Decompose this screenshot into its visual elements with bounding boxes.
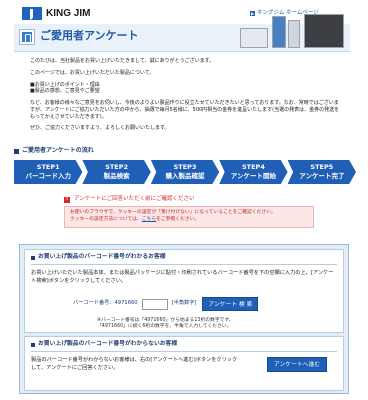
- intro-p2: このページでは、お買い上げいただいた製品について、: [30, 69, 155, 76]
- barcode-note2: 「4971660」に続く6桁の数字を、半角で入力してください。: [97, 324, 232, 330]
- cookie-notice: ! アンケートにご回答いただく前にご確認ください お使いのブラウザで、クッキーの…: [64, 196, 314, 229]
- logo-mark-icon: [22, 7, 42, 21]
- notice-line2-suffix: をご参照ください。: [156, 217, 200, 223]
- step-label: 購入製品確認: [165, 171, 205, 180]
- barcode-instructions: お買い上げいただいた製品本体、または製品パッケージに貼付・印刷されているバーコー…: [31, 269, 334, 284]
- step-2: STEP2 製品検索: [82, 160, 151, 184]
- step-number: STEP5: [310, 163, 334, 171]
- survey-entry-panel: お買い上げ製品のバーコード番号がわかるお客様 お買い上げいただいた製品本体、また…: [19, 244, 349, 394]
- barcode-card-title: お買い上げ製品のバーコード番号がわかるお客様: [31, 254, 337, 265]
- no-barcode-instructions: 製品のバーコード番号がわからないお客様は、右の[アンケートへ進む]ボタンをクリッ…: [31, 356, 238, 371]
- document-icon: [19, 29, 35, 45]
- step-number: STEP2: [105, 163, 129, 171]
- barcode-label: バーコード番号：4971660: [73, 300, 138, 307]
- barcode-input[interactable]: [141, 298, 168, 310]
- notice-line2: クッキーの設定方法については、こちらをご参照ください。: [70, 217, 308, 224]
- notice-line2-prefix: クッキーの設定方法については、: [70, 217, 142, 223]
- square-bullet-icon: [31, 342, 35, 347]
- intro-p5: ぜひ、ご協力くださいますよう、よろしくお願いいたします。: [30, 125, 170, 132]
- step-1: STEP1 バーコード入力: [14, 160, 83, 184]
- step-3: STEP3 購入製品確認: [150, 160, 220, 184]
- step-number: STEP4: [242, 163, 265, 171]
- device-icon: [304, 14, 344, 48]
- step-5: STEP5 アンケート完了: [287, 160, 357, 184]
- page-banner: ご愛用者アンケート: [14, 14, 350, 52]
- cookie-help-link[interactable]: こちら: [142, 217, 156, 222]
- notice-box: お使いのブラウザで、クッキーの設定が「受け付けない」になっていることをご確認くだ…: [64, 206, 314, 229]
- barcode-row: バーコード番号：4971660 [半角数字] アンケート 検 索: [73, 297, 259, 311]
- notice-heading: ! アンケートにご回答いただく前にご確認ください: [64, 196, 314, 203]
- no-barcode-card-title: お買い上げ製品のバーコード番号がわからないお客様: [31, 341, 337, 352]
- page-title: ご愛用者アンケート: [40, 29, 139, 42]
- intro-text: このたびは、当社製品をお買い上げいただきまして、誠にありがとうございます。 この…: [30, 58, 340, 137]
- intro-p4: など、お客様の様々なご意見をお伺いし、今後のよりよい製品作りに役立たせていただき…: [30, 100, 340, 120]
- proceed-to-survey-button[interactable]: アンケートへ進む: [267, 357, 327, 372]
- step-number: STEP3: [173, 163, 197, 171]
- step-number: STEP1: [36, 163, 60, 171]
- step-flow: STEP1 バーコード入力 STEP2 製品検索 STEP3 購入製品確認 ST…: [14, 160, 357, 184]
- square-bullet-icon: [14, 148, 19, 154]
- notice-heading-label: アンケートにご回答いただく前にご確認ください: [74, 196, 195, 202]
- intro-p1: このたびは、当社製品をお買い上げいただきまして、誠にありがとうございます。: [30, 58, 215, 64]
- step-label: アンケート完了: [299, 171, 345, 180]
- binder-icon: [272, 16, 286, 48]
- barcode-notes: ※バーコード番号は「4971660」から始まる13桁の数字です。 「497166…: [97, 318, 234, 331]
- step-label: バーコード入力: [25, 171, 71, 180]
- flow-heading: ご愛用者アンケートの流れ: [14, 147, 94, 155]
- product-images: [238, 10, 348, 50]
- survey-search-button[interactable]: アンケート 検 索: [202, 297, 259, 311]
- no-barcode-card-title-label: お買い上げ製品のバーコード番号がわからないお客様: [38, 341, 178, 347]
- warning-icon: !: [64, 196, 70, 203]
- label-printer-icon: [240, 28, 268, 48]
- flow-heading-label: ご愛用者アンケートの流れ: [22, 147, 94, 154]
- file-icon: [288, 20, 300, 48]
- step-4: STEP4 アンケート開始: [219, 160, 288, 184]
- barcode-card-title-label: お買い上げ製品のバーコード番号がわかるお客様: [38, 254, 166, 260]
- square-bullet-icon: [31, 255, 35, 260]
- king-jim-logo[interactable]: KING JIM: [22, 7, 90, 21]
- barcode-hint: [半角数字]: [171, 300, 197, 307]
- step-label: アンケート開始: [230, 171, 277, 180]
- no-barcode-card: お買い上げ製品のバーコード番号がわからないお客様 製品のバーコード番号がわからな…: [24, 336, 344, 391]
- barcode-card: お買い上げ製品のバーコード番号がわかるお客様 お買い上げいただいた製品本体、また…: [24, 249, 344, 333]
- intro-p3b: ■製品の感想、ご意見やご要望: [30, 88, 100, 95]
- brand-name: KING JIM: [46, 8, 91, 19]
- step-label: 製品検索: [103, 171, 130, 180]
